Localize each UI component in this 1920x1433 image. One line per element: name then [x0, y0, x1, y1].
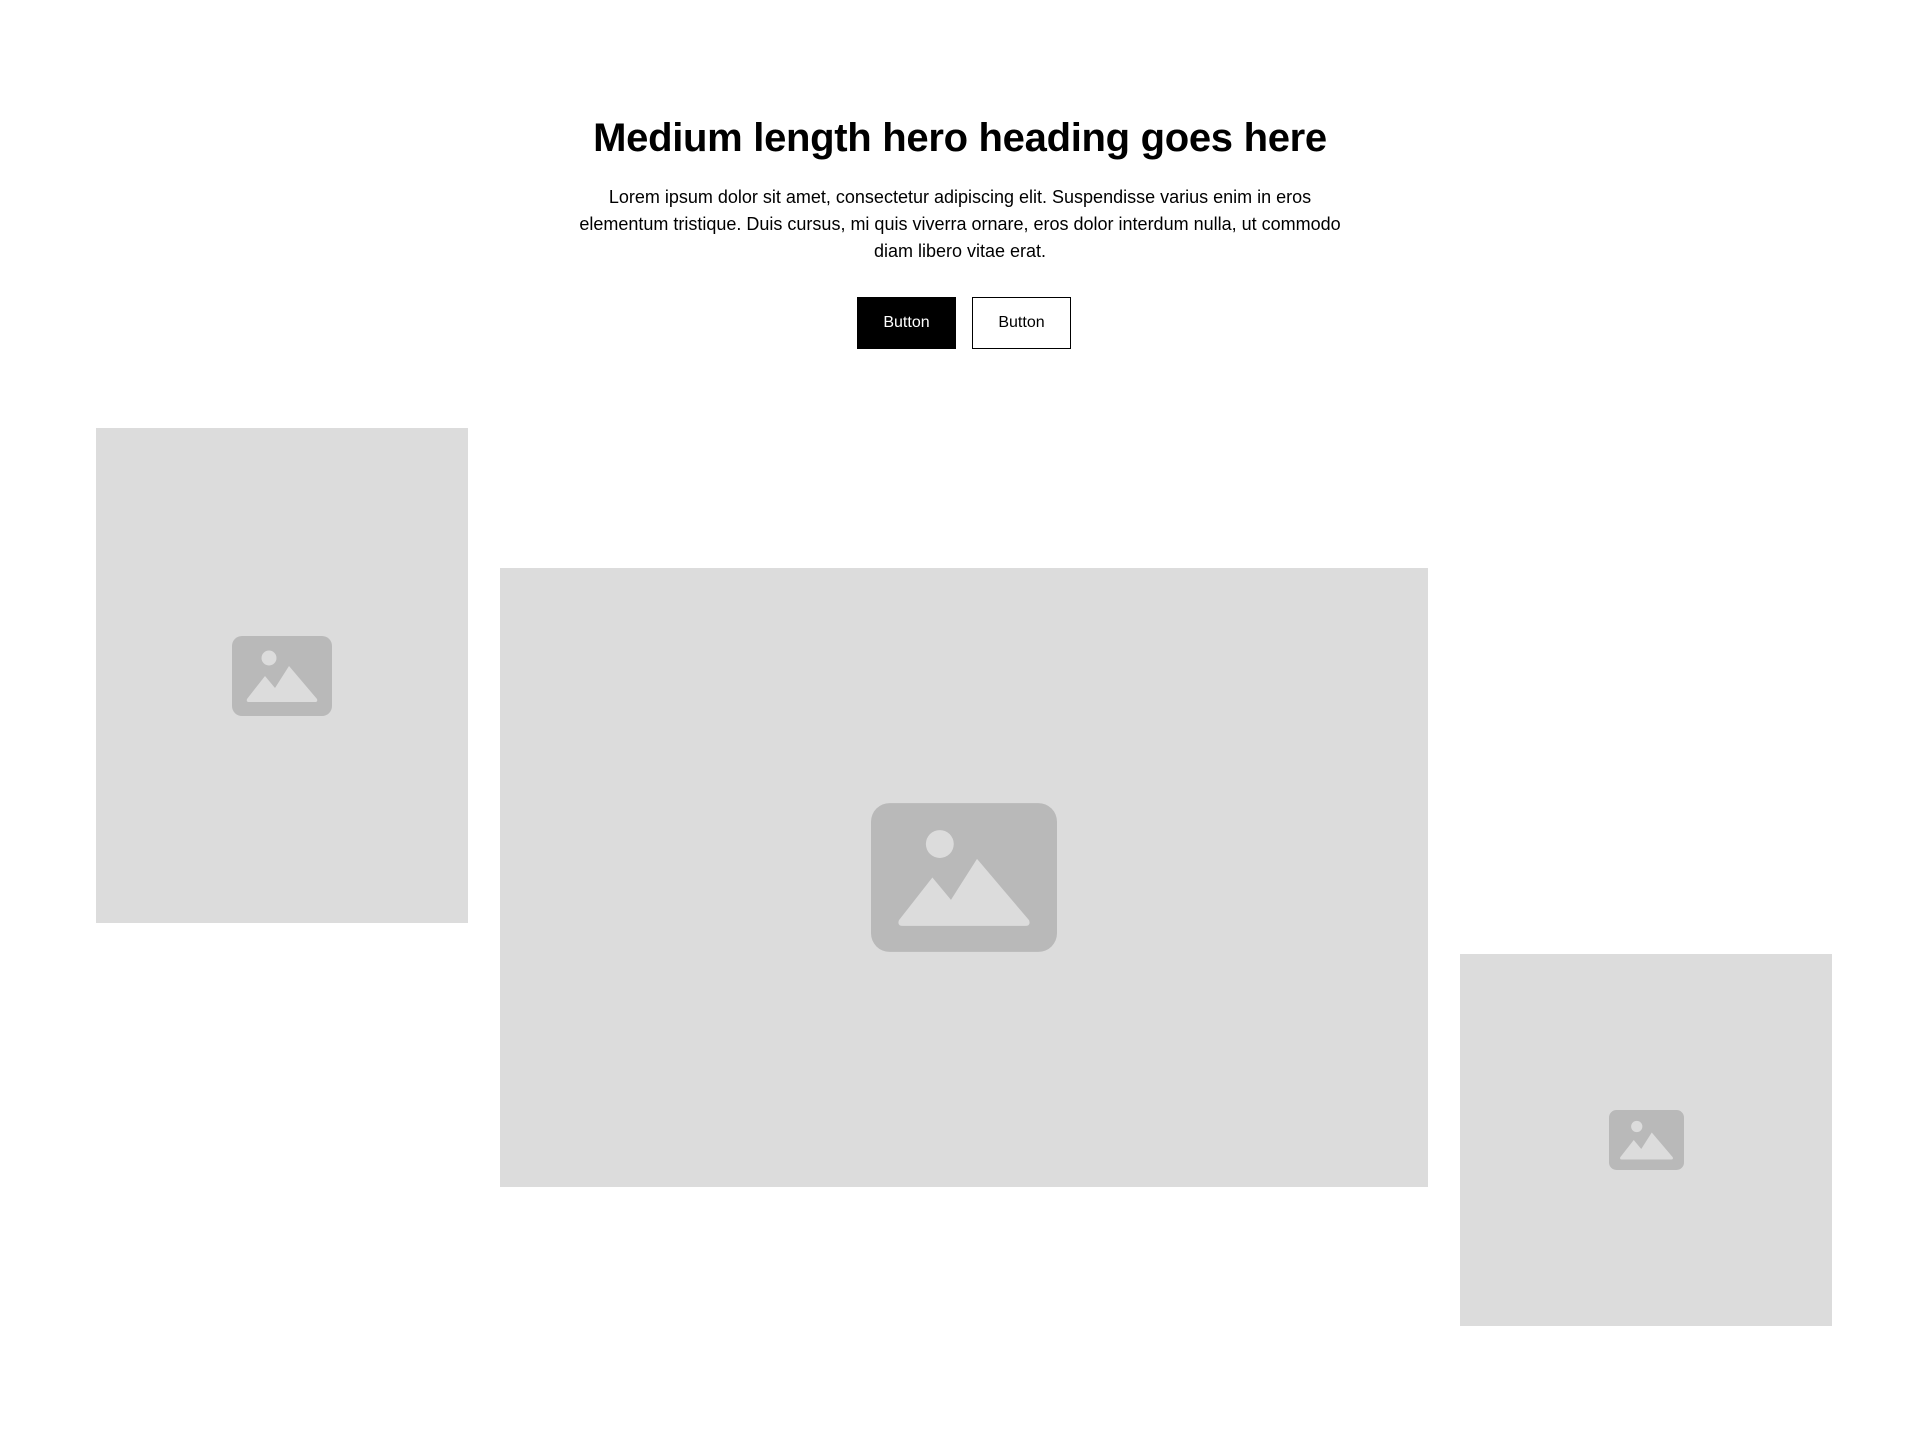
image-placeholder-icon — [232, 635, 332, 716]
image-placeholder-icon — [1608, 1110, 1684, 1170]
image-placeholder-center — [500, 568, 1428, 1187]
image-placeholder-left — [96, 428, 468, 923]
hero-heading: Medium length hero heading goes here — [593, 116, 1327, 160]
hero-description: Lorem ipsum dolor sit amet, consectetur … — [579, 187, 1341, 261]
secondary-button[interactable]: Button — [972, 297, 1071, 349]
primary-button[interactable]: Button — [857, 297, 956, 349]
image-placeholder-icon — [871, 803, 1057, 952]
image-placeholder-right — [1460, 954, 1832, 1326]
